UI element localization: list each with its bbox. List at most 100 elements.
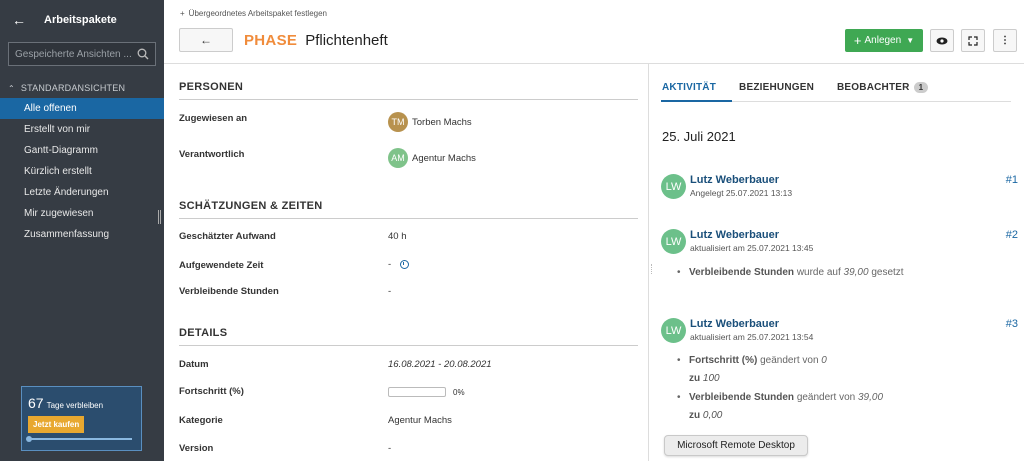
- remaining-hours-value[interactable]: -: [388, 286, 391, 297]
- change-field: Verbleibende Stunden: [689, 392, 795, 403]
- assignee-value[interactable]: TM Torben Machs: [388, 112, 472, 132]
- avatar: LW: [661, 318, 686, 343]
- sidebar-item-gantt[interactable]: Gantt-Diagramm: [0, 140, 164, 161]
- active-tab-indicator: [661, 100, 732, 102]
- work-package-type[interactable]: PHASE: [244, 32, 297, 49]
- change-from: 39,00: [857, 392, 884, 403]
- caret-down-icon: ▼: [906, 36, 915, 45]
- more-vertical-icon: ⋮: [1000, 35, 1010, 46]
- avatar: AM: [388, 148, 408, 168]
- chevron-up-icon: ⌃: [8, 83, 15, 93]
- views-list: Alle offenen Erstellt von mir Gantt-Diag…: [0, 98, 164, 245]
- tab-relations[interactable]: BEZIEHUNGEN: [739, 82, 814, 93]
- views-search[interactable]: [8, 42, 156, 66]
- page-title: PHASE Pflichtenheft: [244, 32, 388, 49]
- bullet-icon: •: [677, 392, 681, 403]
- progress-value[interactable]: 0%: [388, 387, 465, 397]
- activity-date-header: 25. Juli 2021: [662, 129, 736, 144]
- work-package-subject[interactable]: Pflichtenheft: [305, 32, 388, 49]
- responsible-label: Verantwortlich: [179, 149, 245, 160]
- buy-now-button[interactable]: Jetzt kaufen: [28, 416, 85, 433]
- tab-watchers[interactable]: BEOBACHTER 1: [837, 82, 929, 93]
- avatar: LW: [661, 229, 686, 254]
- change-to: 0,00: [702, 410, 723, 421]
- section-divider: [179, 218, 638, 219]
- panel-resize-handle[interactable]: [651, 264, 653, 274]
- plus-icon: +: [180, 9, 185, 18]
- section-people-title: PERSONEN: [179, 81, 244, 93]
- views-search-input[interactable]: [15, 48, 137, 60]
- assignee-name: Torben Machs: [412, 116, 472, 128]
- sidebar-item-alle-offenen[interactable]: Alle offenen: [0, 98, 164, 119]
- sidebar-resize-handle[interactable]: [158, 210, 161, 224]
- log-time-clock-icon[interactable]: [400, 260, 410, 269]
- change-from: 0: [821, 355, 827, 366]
- tooltip: Microsoft Remote Desktop: [664, 435, 808, 456]
- tab-activity[interactable]: AKTIVITÄT: [662, 82, 716, 93]
- search-icon[interactable]: [137, 48, 149, 60]
- back-arrow-icon: ←: [200, 33, 212, 47]
- sidebar-item-mir-zugewiesen[interactable]: Mir zugewiesen: [0, 203, 164, 224]
- change-to-word: zu: [689, 373, 701, 384]
- category-label: Kategorie: [179, 415, 223, 426]
- progress-percent: 0%: [453, 387, 465, 397]
- section-estimates-title: SCHÄTZUNGEN & ZEITEN: [179, 200, 323, 212]
- change-text: wurde auf: [796, 267, 841, 278]
- estimated-time-value[interactable]: 40 h: [388, 231, 407, 242]
- eye-icon: [936, 37, 948, 44]
- sidebar: ← Arbeitspakete ⌃ STANDARDANSICHTEN Alle…: [0, 0, 164, 461]
- sidebar-item-letzte-aenderungen[interactable]: Letzte Änderungen: [0, 182, 164, 203]
- more-button[interactable]: ⋮: [993, 29, 1017, 52]
- category-value[interactable]: Agentur Machs: [388, 415, 452, 426]
- fullscreen-button[interactable]: [961, 29, 985, 52]
- panel-divider: [648, 64, 649, 461]
- activity-change-to: zu 100: [689, 373, 720, 384]
- trial-days-text: Tage verbleiben: [46, 401, 104, 410]
- remaining-hours-label: Verbleibende Stunden: [179, 286, 279, 297]
- estimated-time-label: Geschätzter Aufwand: [179, 231, 276, 242]
- sidebar-item-kuerzlich-erstellt[interactable]: Kürzlich erstellt: [0, 161, 164, 182]
- avatar: TM: [388, 112, 408, 132]
- set-parent-label: Übergeordnetes Arbeitspaket festlegen: [188, 9, 327, 18]
- activity-user-link[interactable]: Lutz Weberbauer: [690, 318, 779, 330]
- activity-change: • Verbleibende Stunden wurde auf 39,00 ge…: [677, 267, 904, 278]
- date-value[interactable]: 16.08.2021 - 20.08.2021: [388, 359, 492, 370]
- sidebar-item-erstellt-von-mir[interactable]: Erstellt von mir: [0, 119, 164, 140]
- activity-change-to: zu 0,00: [689, 410, 722, 421]
- version-value[interactable]: -: [388, 443, 391, 454]
- spent-time-label: Aufgewendete Zeit: [179, 260, 264, 271]
- set-parent-link[interactable]: + Übergeordnetes Arbeitspaket festlegen: [180, 9, 327, 18]
- bullet-icon: •: [677, 355, 681, 366]
- section-label: STANDARDANSICHTEN: [20, 83, 126, 93]
- tab-watchers-label: BEOBACHTER: [837, 82, 910, 93]
- back-arrow-icon[interactable]: ←: [12, 12, 32, 28]
- assignee-label: Zugewiesen an: [179, 113, 248, 124]
- plus-icon: +: [853, 33, 862, 48]
- sidebar-item-zusammenfassung[interactable]: Zusammenfassung: [0, 224, 164, 245]
- section-standard-views[interactable]: ⌃ STANDARDANSICHTEN: [0, 80, 164, 96]
- activity-user-link[interactable]: Lutz Weberbauer: [690, 229, 779, 241]
- create-label: Anlegen: [864, 35, 902, 46]
- change-to: 100: [702, 373, 720, 384]
- activity-change: • Verbleibende Stunden geändert von 39,00: [677, 392, 883, 403]
- trial-progress-bar: [26, 436, 132, 442]
- activity-meta: aktualisiert am 25.07.2021 13:54: [690, 332, 814, 342]
- change-field: Fortschritt (%): [689, 355, 758, 366]
- spent-time-value[interactable]: -: [388, 259, 410, 270]
- activity-number-link[interactable]: #3: [1006, 318, 1018, 330]
- activity-number-link[interactable]: #1: [1006, 174, 1018, 186]
- section-divider: [179, 345, 638, 346]
- change-value: 39,00: [843, 267, 869, 278]
- change-to-word: zu: [689, 410, 701, 421]
- date-label: Datum: [179, 359, 209, 370]
- back-button[interactable]: ←: [179, 28, 233, 52]
- create-button[interactable]: + Anlegen ▼: [845, 29, 923, 52]
- change-field: Verbleibende Stunden: [689, 267, 795, 278]
- activity-number-link[interactable]: #2: [1006, 229, 1018, 241]
- responsible-value[interactable]: AM Agentur Machs: [388, 148, 476, 168]
- watch-button[interactable]: [930, 29, 954, 52]
- header-divider: [164, 63, 1024, 64]
- spent-time-text: -: [388, 259, 392, 270]
- activity-tabs: AKTIVITÄT BEZIEHUNGEN BEOBACHTER 1: [662, 82, 951, 93]
- activity-user-link[interactable]: Lutz Weberbauer: [690, 174, 779, 186]
